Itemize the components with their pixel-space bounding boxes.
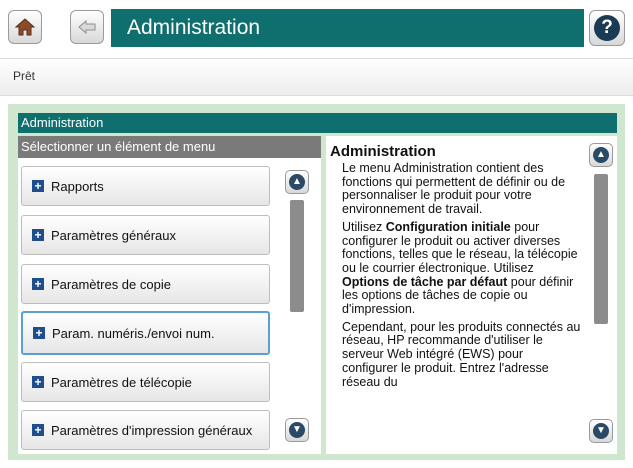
- chevron-down-icon: ▼: [289, 422, 305, 438]
- panel-title: Administration: [18, 113, 617, 133]
- help-paragraph: Utilisez Configuration initiale pour con…: [342, 219, 578, 317]
- page-title: Administration: [111, 9, 584, 47]
- plus-icon: +: [32, 424, 44, 436]
- admin-panel: Administration Sélectionner un élément d…: [8, 104, 625, 460]
- menu-item-parametres-telecopie[interactable]: + Paramètres de télécopie: [21, 362, 270, 402]
- menu-item-parametres-impression[interactable]: + Paramètres d'impression généraux: [21, 410, 270, 450]
- menu-item-label: Paramètres de télécopie: [51, 374, 192, 390]
- menu-scroll-down-button[interactable]: ▼: [285, 418, 309, 442]
- menu-item-label: Rapports: [51, 178, 104, 194]
- plus-icon: +: [32, 278, 44, 290]
- help-body: Le menu Administration contient des fonc…: [342, 161, 581, 393]
- help-button[interactable]: ?: [589, 10, 625, 46]
- menu-scrollbar-thumb[interactable]: [290, 200, 304, 312]
- menu-item-label: Param. numéris./envoi num.: [52, 325, 215, 341]
- plus-icon: +: [32, 376, 44, 388]
- menu-item-parametres-copie[interactable]: + Paramètres de copie: [21, 264, 270, 304]
- chevron-up-icon: ▲: [593, 147, 609, 163]
- help-title: Administration: [330, 143, 436, 160]
- plus-icon: +: [33, 327, 45, 339]
- menu-item-label: Paramètres d'impression généraux: [51, 422, 253, 438]
- help-icon: ?: [594, 15, 620, 41]
- menu-item-parametres-generaux[interactable]: + Paramètres généraux: [21, 215, 270, 255]
- help-paragraph: Le menu Administration contient des fonc…: [342, 161, 566, 217]
- help-paragraph: Cependant, pour les produits connectés a…: [342, 319, 581, 389]
- plus-icon: +: [32, 180, 44, 192]
- menu-list-panel: Sélectionner un élément de menu + Rappor…: [18, 136, 321, 454]
- chevron-up-icon: ▲: [289, 174, 305, 190]
- top-bar: Administration ?: [0, 0, 633, 58]
- help-scroll-up-button[interactable]: ▲: [589, 143, 613, 167]
- home-icon: [14, 18, 36, 36]
- chevron-down-icon: ▼: [593, 423, 609, 439]
- help-scroll-down-button[interactable]: ▼: [589, 419, 613, 443]
- back-button[interactable]: [70, 10, 104, 44]
- menu-scroll-up-button[interactable]: ▲: [285, 170, 309, 194]
- menu-item-rapports[interactable]: + Rapports: [21, 166, 270, 206]
- help-text-panel: Administration Le menu Administration co…: [326, 136, 617, 454]
- menu-item-label: Paramètres de copie: [51, 276, 171, 292]
- help-scrollbar-thumb[interactable]: [594, 174, 608, 324]
- status-bar: Prêt: [0, 58, 633, 96]
- menu-list-header: Sélectionner un élément de menu: [18, 136, 321, 158]
- back-arrow-icon: [78, 19, 96, 35]
- menu-item-numerisation-envoi[interactable]: + Param. numéris./envoi num.: [21, 311, 270, 355]
- menu-item-label: Paramètres généraux: [51, 227, 177, 243]
- plus-icon: +: [32, 229, 44, 241]
- home-button[interactable]: [8, 10, 42, 44]
